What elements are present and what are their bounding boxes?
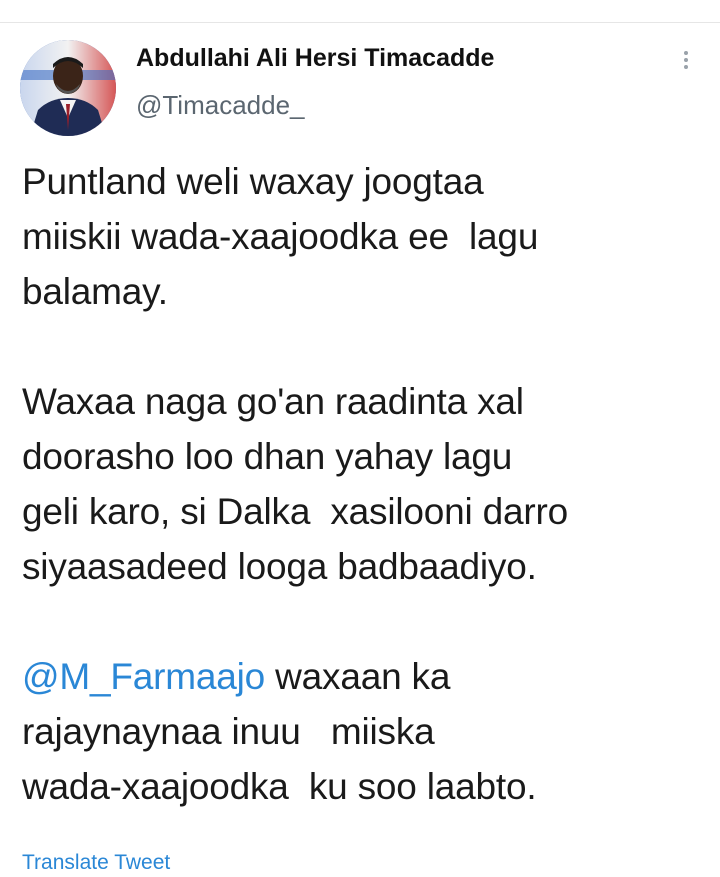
tweet-text-line: @M_Farmaajo waxaan ka bbox=[22, 649, 702, 704]
tweet-text-line: rajaynaynaa inuu miiska bbox=[22, 711, 435, 752]
tweet-text-fragment: waxaan ka bbox=[265, 656, 451, 697]
top-divider bbox=[0, 22, 720, 23]
translate-tweet-link[interactable]: Translate Tweet bbox=[22, 851, 170, 875]
tweet-card: Abdullahi Ali Hersi Timacadde @Timacadde… bbox=[0, 0, 720, 877]
tweet-text-line: geli karo, si Dalka xasilooni darro bbox=[22, 491, 568, 532]
tweet-text-line: Waxaa naga go'an raadinta xal bbox=[22, 381, 524, 422]
tweet-text-line: Puntland weli waxay joogtaa bbox=[22, 161, 484, 202]
author-name[interactable]: Abdullahi Ali Hersi Timacadde bbox=[136, 44, 494, 73]
more-vertical-icon[interactable] bbox=[676, 48, 696, 78]
author-handle[interactable]: @Timacadde_ bbox=[136, 90, 305, 121]
more-dot bbox=[684, 58, 688, 62]
avatar-image bbox=[20, 40, 116, 136]
tweet-text-line: doorasho loo dhan yahay lagu bbox=[22, 436, 513, 477]
tweet-text: Puntland weli waxay joogtaa miiskii wada… bbox=[22, 154, 702, 814]
more-dot bbox=[684, 51, 688, 55]
author-avatar[interactable] bbox=[20, 40, 116, 136]
more-dot bbox=[684, 65, 688, 69]
tweet-text-line: siyaasadeed looga badbaadiyo. bbox=[22, 546, 537, 587]
tweet-text-line: balamay. bbox=[22, 271, 168, 312]
tweet-text-line: wada-xaajoodka ku soo laabto. bbox=[22, 766, 537, 807]
tweet-text-line: miiskii wada-xaajoodka ee lagu bbox=[22, 216, 539, 257]
mention-link[interactable]: @M_Farmaajo bbox=[22, 656, 265, 697]
